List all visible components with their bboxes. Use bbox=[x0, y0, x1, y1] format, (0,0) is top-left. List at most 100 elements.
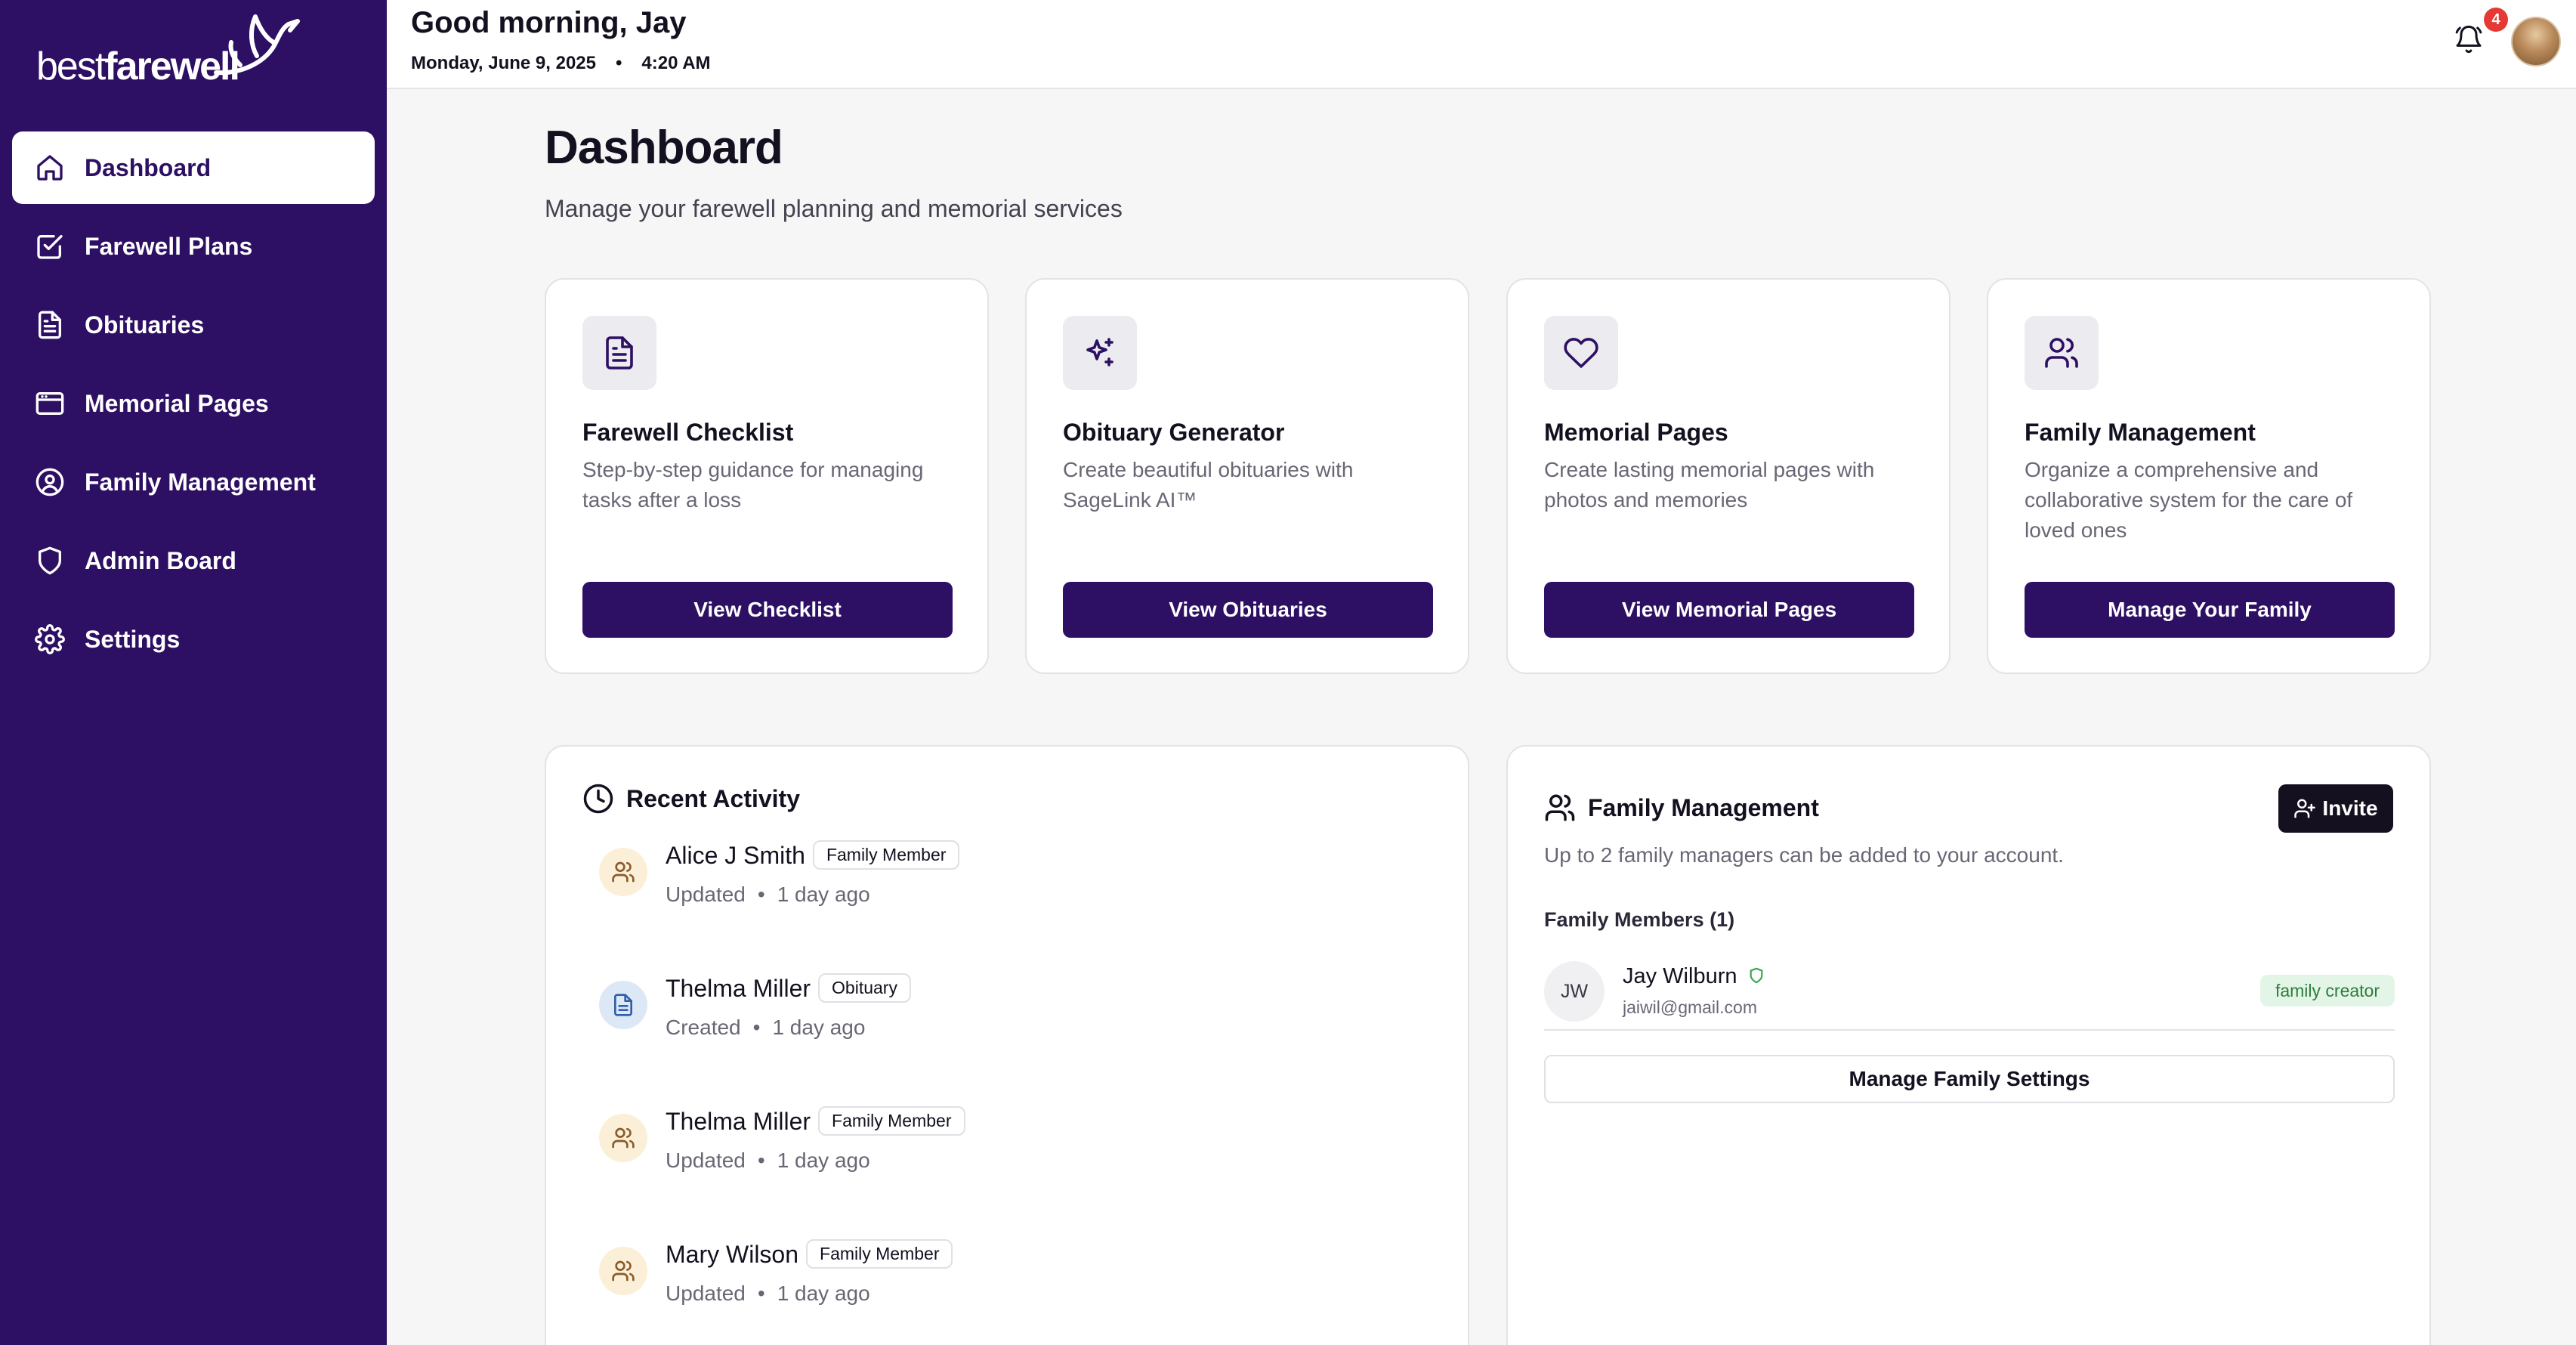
checkbox-icon bbox=[35, 231, 65, 261]
activity-meta: Updated • 1 day ago bbox=[666, 1149, 870, 1173]
date-time-line: Monday, June 9, 2025 • 4:20 AM bbox=[411, 53, 711, 74]
sidebar-item-label: Settings bbox=[85, 625, 181, 653]
users-icon bbox=[1545, 794, 1575, 821]
card-title: Family Management bbox=[2025, 419, 2256, 446]
activity-name-line: Alice J Smith Family Member bbox=[666, 840, 960, 872]
users-icon bbox=[612, 1260, 635, 1282]
activity-item[interactable]: Mary Wilson Family Member Updated • 1 day a… bbox=[599, 1239, 1430, 1324]
separator-dot: • bbox=[752, 1016, 761, 1039]
activity-item[interactable]: Thelma Miller Obituary Created • 1 day ago bbox=[599, 973, 1430, 1058]
activity-action: Created bbox=[666, 1016, 741, 1039]
activity-tag: Obituary bbox=[818, 973, 911, 1003]
member-name: Jay Wilburn bbox=[1623, 964, 1737, 988]
recent-activity-title: Recent Activity bbox=[626, 784, 800, 812]
top-bar: Good morning, Jay Monday, June 9, 2025 • 4… bbox=[387, 0, 2576, 89]
document-icon bbox=[35, 310, 65, 340]
invite-label: Invite bbox=[2322, 796, 2378, 820]
sidebar-item-obituaries[interactable]: Obituaries bbox=[12, 289, 375, 361]
activity-action: Updated bbox=[666, 1282, 746, 1305]
dove-icon bbox=[214, 14, 300, 76]
activity-name-line: Thelma Miller Obituary bbox=[666, 973, 911, 1005]
users-icon bbox=[612, 861, 635, 883]
sidebar-item-label: Dashboard bbox=[85, 153, 212, 181]
notifications-button[interactable] bbox=[2454, 23, 2487, 59]
card-icon-box bbox=[1544, 316, 1618, 390]
separator-dot: • bbox=[757, 1282, 765, 1305]
activity-time: 1 day ago bbox=[772, 1016, 866, 1039]
logo-wordmark: bestfarewell bbox=[36, 44, 240, 89]
card-description: Create lasting memorial pages with photo… bbox=[1544, 458, 1875, 512]
sparkles-icon bbox=[1086, 338, 1113, 366]
sidebar-item-settings[interactable]: Settings bbox=[12, 603, 375, 676]
family-management-header: Family Management bbox=[1544, 792, 1819, 824]
member-email: jaiwil@gmail.com bbox=[1623, 997, 1757, 1017]
users-icon bbox=[2045, 338, 2078, 368]
card-icon-box bbox=[582, 316, 656, 390]
sidebar-item-label: Farewell Plans bbox=[85, 232, 253, 260]
view-obituaries-button[interactable]: View Obituaries bbox=[1063, 582, 1433, 638]
notification-count-badge: 4 bbox=[2484, 8, 2508, 32]
separator-dot: • bbox=[757, 883, 765, 906]
view-checklist-button[interactable]: View Checklist bbox=[582, 582, 953, 638]
activity-name: Alice J Smith bbox=[666, 842, 805, 869]
logo-text-light: best bbox=[36, 45, 106, 88]
family-members-heading: Family Members (1) bbox=[1544, 908, 1735, 931]
sidebar: bestfarewell Dashboard Farewell Plans Ob… bbox=[0, 0, 387, 1345]
bell-icon bbox=[2455, 25, 2482, 54]
activity-name: Mary Wilson bbox=[666, 1241, 799, 1268]
activity-item[interactable]: Alice J Smith Family Member Updated • 1 day… bbox=[599, 840, 1430, 925]
card-title: Farewell Checklist bbox=[582, 419, 794, 446]
sidebar-item-farewell-plans[interactable]: Farewell Plans bbox=[12, 210, 375, 283]
activity-icon bbox=[599, 1114, 647, 1162]
current-time: 4:20 AM bbox=[641, 53, 711, 73]
activity-icon bbox=[599, 981, 647, 1029]
sidebar-item-dashboard[interactable]: Dashboard bbox=[12, 131, 375, 204]
activity-item[interactable]: Thelma Miller Family Member Updated • 1 day… bbox=[599, 1106, 1430, 1191]
manage-family-settings-button[interactable]: Manage Family Settings bbox=[1544, 1055, 2395, 1103]
activity-time: 1 day ago bbox=[777, 1282, 870, 1305]
home-icon bbox=[35, 153, 65, 183]
invite-button[interactable]: Invite bbox=[2278, 784, 2393, 833]
family-managers-note: Up to 2 family managers can be added to … bbox=[1544, 843, 2064, 867]
activity-tag: Family Member bbox=[812, 840, 960, 870]
browser-window-icon bbox=[35, 388, 65, 419]
view-memorial-pages-button[interactable]: View Memorial Pages bbox=[1544, 582, 1914, 638]
sidebar-item-label: Family Management bbox=[85, 468, 316, 496]
user-avatar[interactable] bbox=[2511, 17, 2561, 66]
card-obituary-generator: Obituary Generator Create beautiful obit… bbox=[1025, 278, 1469, 674]
card-title: Memorial Pages bbox=[1544, 419, 1728, 446]
activity-icon bbox=[599, 1247, 647, 1295]
member-avatar: JW bbox=[1544, 961, 1605, 1022]
member-name-line: Jay Wilburn bbox=[1623, 964, 1765, 989]
manage-your-family-button[interactable]: Manage Your Family bbox=[2025, 582, 2395, 638]
activity-meta: Created • 1 day ago bbox=[666, 1016, 865, 1040]
activity-name: Thelma Miller bbox=[666, 1108, 811, 1135]
card-description: Organize a comprehensive and collaborati… bbox=[2025, 458, 2353, 542]
sidebar-item-family-management[interactable]: Family Management bbox=[12, 446, 375, 518]
card-memorial-pages: Memorial Pages Create lasting memorial p… bbox=[1506, 278, 1951, 674]
activity-action: Updated bbox=[666, 1149, 746, 1172]
family-member-row[interactable]: JW Jay Wilburn jaiwil@gmail.com family c… bbox=[1544, 955, 2395, 1031]
page-subtitle: Manage your farewell planning and memori… bbox=[545, 195, 1123, 222]
sidebar-nav: Dashboard Farewell Plans Obituaries Memo… bbox=[12, 131, 375, 682]
card-icon-box bbox=[1063, 316, 1137, 390]
activity-tag: Family Member bbox=[806, 1239, 953, 1269]
user-circle-icon bbox=[35, 467, 65, 497]
sidebar-item-admin-board[interactable]: Admin Board bbox=[12, 524, 375, 597]
family-management-panel: Family Management Invite Up to 2 family … bbox=[1506, 745, 2431, 1345]
card-title: Obituary Generator bbox=[1063, 419, 1285, 446]
activity-name: Thelma Miller bbox=[666, 975, 811, 1002]
shield-icon bbox=[35, 546, 65, 576]
activity-time: 1 day ago bbox=[777, 883, 870, 906]
sidebar-item-memorial-pages[interactable]: Memorial Pages bbox=[12, 367, 375, 440]
brand-logo[interactable]: bestfarewell bbox=[36, 12, 300, 89]
member-role-badge: family creator bbox=[2259, 975, 2395, 1006]
card-farewell-checklist: Farewell Checklist Step-by-step guidance… bbox=[545, 278, 989, 674]
gear-icon bbox=[35, 624, 65, 654]
activity-action: Updated bbox=[666, 883, 746, 906]
recent-activity-header: Recent Activity bbox=[582, 783, 800, 815]
document-icon bbox=[606, 336, 633, 369]
separator-dot: • bbox=[615, 53, 622, 73]
greeting: Good morning, Jay bbox=[411, 6, 687, 39]
shield-icon bbox=[1750, 967, 1762, 984]
